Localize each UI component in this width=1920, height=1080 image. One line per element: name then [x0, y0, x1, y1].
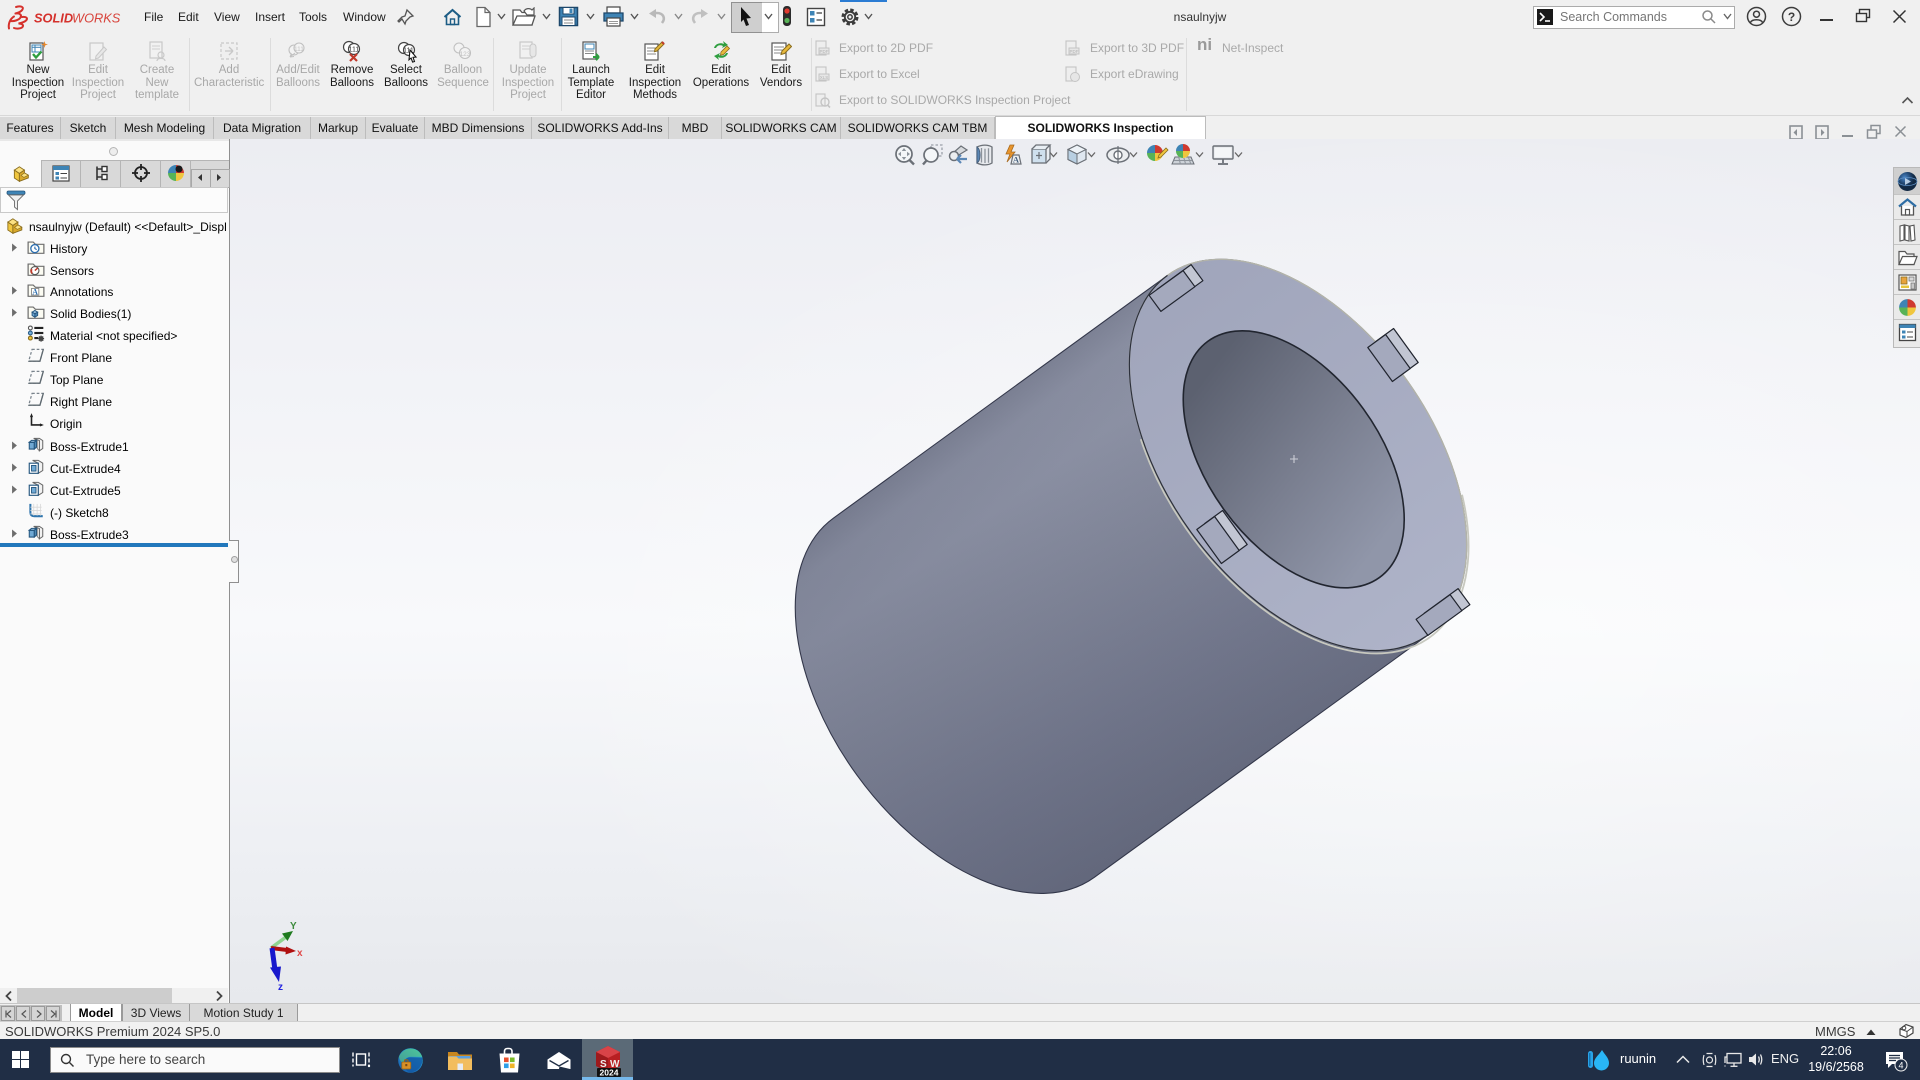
svg-text:WORKS: WORKS — [72, 11, 121, 26]
svg-text:XLS: XLS — [820, 75, 829, 80]
svg-text:SOLID: SOLID — [34, 11, 73, 26]
svg-text:111: 111 — [294, 46, 304, 53]
svg-text:x: x — [297, 948, 303, 959]
svg-text:A: A — [1013, 155, 1020, 165]
svg-text:111: 111 — [349, 47, 360, 54]
svg-text:PDF: PDF — [1070, 49, 1079, 54]
svg-text:?: ? — [1788, 10, 1795, 24]
svg-text:Y: Y — [290, 921, 297, 932]
svg-text:4: 4 — [1898, 1061, 1903, 1071]
svg-text:123: 123 — [460, 51, 471, 58]
svg-text:2024: 2024 — [600, 1068, 619, 1078]
svg-text:z: z — [278, 982, 283, 993]
svg-text:PDF: PDF — [820, 49, 829, 54]
